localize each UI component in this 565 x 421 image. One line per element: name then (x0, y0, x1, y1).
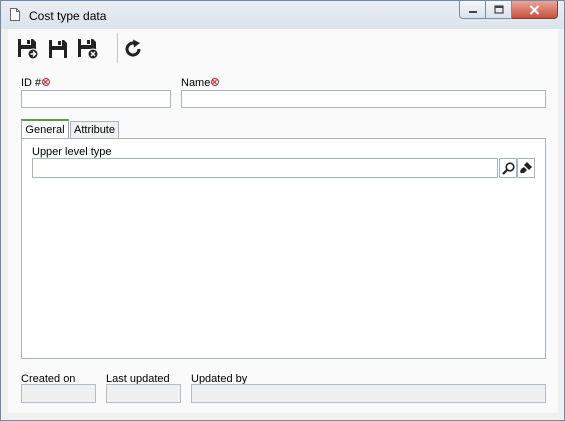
toolbar (8, 29, 558, 72)
search-button[interactable] (499, 158, 517, 178)
minimize-icon (468, 10, 477, 13)
save-and-close-button[interactable] (76, 37, 100, 61)
required-icon (211, 78, 220, 86)
created-on-field (21, 384, 96, 403)
title-bar[interactable]: Cost type data (1, 1, 564, 29)
save-and-new-button[interactable] (16, 37, 40, 61)
save-icon (49, 40, 67, 58)
form-content: ID # Name General Attribute Upper level … (8, 71, 558, 413)
save-button[interactable] (46, 37, 70, 61)
document-icon (10, 8, 20, 21)
window-title: Cost type data (29, 9, 107, 23)
tab-attribute[interactable]: Attribute (70, 121, 119, 138)
refresh-icon (125, 39, 141, 57)
close-button[interactable] (512, 1, 558, 19)
save-close-icon (78, 39, 99, 60)
minimize-button[interactable] (459, 1, 486, 19)
search-icon (501, 161, 515, 175)
maximize-icon (493, 5, 504, 14)
updated-by-field (191, 384, 546, 403)
clear-button[interactable] (517, 158, 535, 178)
clear-icon (520, 162, 532, 173)
general-panel: Upper level type (21, 138, 546, 359)
window-controls (459, 1, 558, 20)
close-icon (529, 4, 540, 15)
id-label: ID # (21, 77, 51, 89)
name-input[interactable] (181, 90, 546, 108)
cost-type-window: Cost type data ID # Name General Attribu… (0, 0, 565, 421)
save-new-icon (18, 39, 39, 60)
toolbar-separator (117, 33, 118, 63)
tab-general[interactable]: General (21, 119, 69, 138)
required-icon (42, 78, 51, 86)
refresh-button[interactable] (121, 37, 145, 61)
upper-level-type-input[interactable] (32, 158, 498, 178)
id-input[interactable] (21, 90, 171, 108)
last-updated-field (106, 384, 181, 403)
upper-level-type-label: Upper level type (32, 146, 112, 158)
maximize-button[interactable] (486, 1, 512, 19)
name-label: Name (181, 77, 220, 89)
